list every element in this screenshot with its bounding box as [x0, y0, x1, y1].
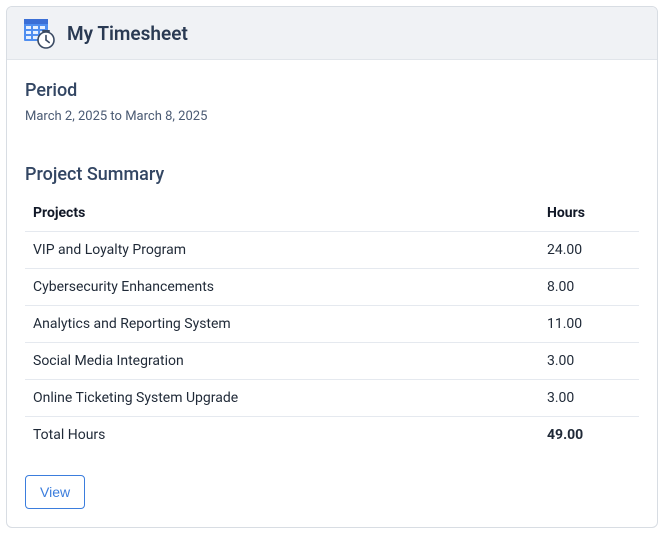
total-label: Total Hours — [25, 417, 539, 454]
project-name: Cybersecurity Enhancements — [25, 269, 539, 306]
project-hours: 24.00 — [539, 232, 639, 269]
table-row: Social Media Integration 3.00 — [25, 343, 639, 380]
total-row: Total Hours 49.00 — [25, 417, 639, 454]
project-name: Analytics and Reporting System — [25, 306, 539, 343]
table-row: VIP and Loyalty Program 24.00 — [25, 232, 639, 269]
project-hours: 3.00 — [539, 380, 639, 417]
card-header: My Timesheet — [7, 7, 657, 60]
col-header-projects: Projects — [25, 195, 539, 232]
card-body: Period March 2, 2025 to March 8, 2025 Pr… — [7, 60, 657, 527]
table-row: Analytics and Reporting System 11.00 — [25, 306, 639, 343]
project-hours: 3.00 — [539, 343, 639, 380]
project-name: Social Media Integration — [25, 343, 539, 380]
view-button[interactable]: View — [25, 475, 85, 509]
project-hours: 11.00 — [539, 306, 639, 343]
period-text: March 2, 2025 to March 8, 2025 — [25, 109, 639, 124]
project-summary-table: Projects Hours VIP and Loyalty Program 2… — [25, 195, 639, 453]
page-title: My Timesheet — [67, 22, 188, 45]
total-hours: 49.00 — [539, 417, 639, 454]
timesheet-icon — [23, 17, 55, 49]
project-name: VIP and Loyalty Program — [25, 232, 539, 269]
project-name: Online Ticketing System Upgrade — [25, 380, 539, 417]
period-label: Period — [25, 80, 639, 101]
project-summary-label: Project Summary — [25, 164, 639, 185]
timesheet-card: My Timesheet Period March 2, 2025 to Mar… — [6, 6, 658, 528]
table-row: Cybersecurity Enhancements 8.00 — [25, 269, 639, 306]
col-header-hours: Hours — [539, 195, 639, 232]
table-row: Online Ticketing System Upgrade 3.00 — [25, 380, 639, 417]
project-hours: 8.00 — [539, 269, 639, 306]
